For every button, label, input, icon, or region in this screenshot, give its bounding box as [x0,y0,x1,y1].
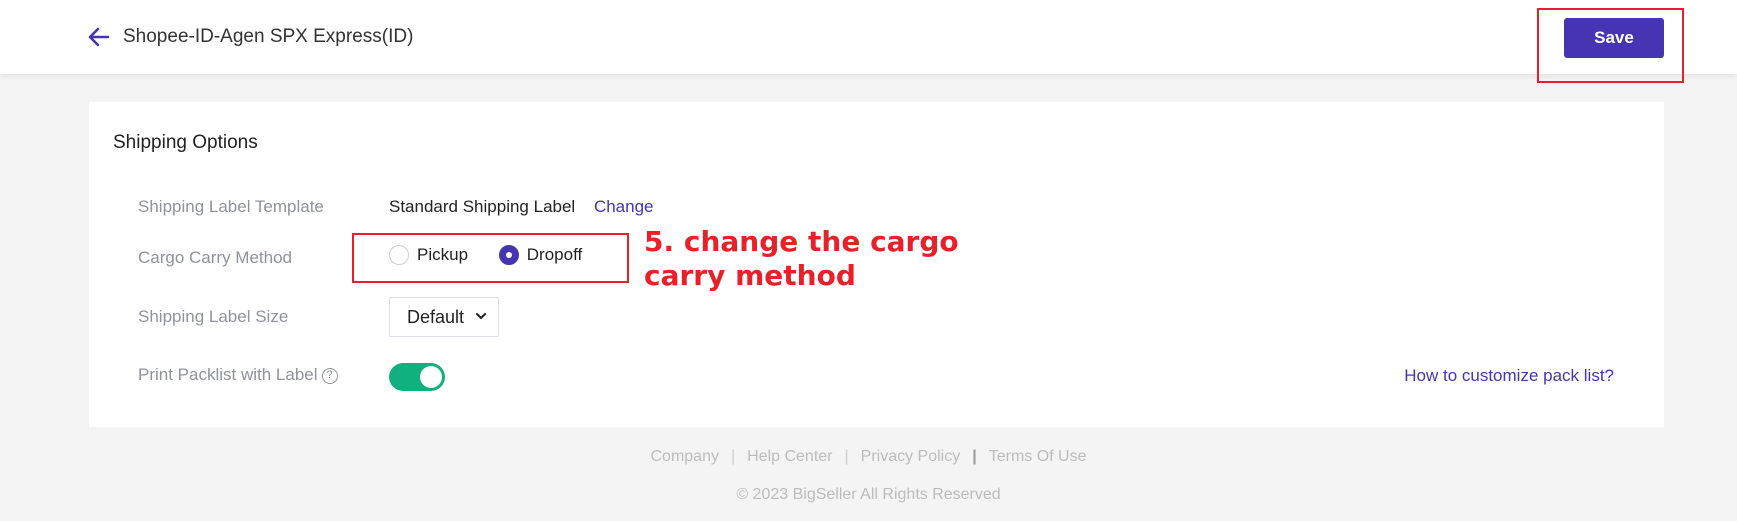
footer-link-help-center[interactable]: Help Center [747,448,832,465]
divider: | [844,448,849,465]
template-name: Standard Shipping Label [389,197,576,216]
page-title: Shopee-ID-Agen SPX Express(ID) [123,26,414,47]
cargo-carry-method-label: Cargo Carry Method [138,248,293,267]
label-size-selected: Default [407,306,465,327]
footer-link-terms[interactable]: Terms Of Use [989,448,1087,465]
divider: | [972,448,977,465]
cargo-annotation-text: 5. change the cargo carry method [644,225,959,293]
footer-link-privacy-policy[interactable]: Privacy Policy [861,448,961,465]
print-packlist-label: Print Packlist with Label? [138,365,338,385]
save-annotation-box [1537,8,1684,83]
print-packlist-toggle[interactable] [389,363,445,391]
footer-link-company[interactable]: Company [650,448,718,465]
label-size-select[interactable]: Default [389,297,499,337]
change-template-link[interactable]: Change [594,197,654,216]
copyright: © 2023 BigSeller All Rights Reserved [736,486,1001,503]
shipping-label-template-value: Standard Shipping Label Change [389,197,654,217]
top-header: Shopee-ID-Agen SPX Express(ID) Save [0,0,1737,74]
print-packlist-text: Print Packlist with Label [138,365,318,384]
divider: | [730,448,736,465]
chevron-down-icon [476,313,486,319]
shipping-label-size-label: Shipping Label Size [138,307,289,326]
cargo-annotation-line2: carry method [644,259,856,292]
footer-links: Company | Help Center | Privacy Policy | Terms… [0,448,1737,466]
section-title: Shipping Options [113,132,258,153]
help-icon[interactable]: ? [321,367,338,384]
shipping-label-template-label: Shipping Label Template [138,197,324,216]
customize-pack-list-link[interactable]: How to customize pack list? [1404,366,1614,386]
toggle-knob [420,366,442,388]
cargo-annotation-line1: 5. change the cargo [644,225,959,258]
arrow-left-icon[interactable] [86,24,112,50]
cargo-annotation-box [352,233,629,283]
